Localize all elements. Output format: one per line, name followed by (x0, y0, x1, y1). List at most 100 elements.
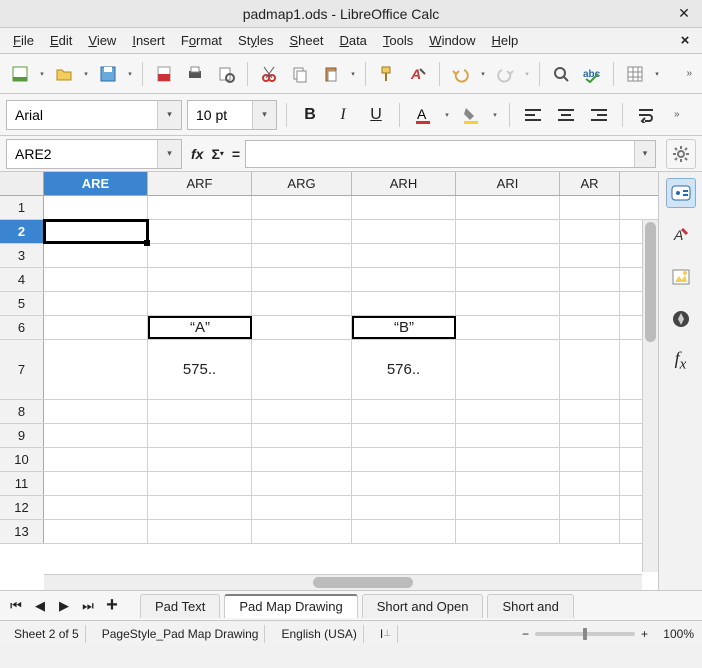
paste-dropdown[interactable]: ▾ (348, 60, 358, 88)
cell[interactable] (148, 520, 252, 543)
font-size-input[interactable] (188, 101, 252, 129)
cell[interactable] (352, 424, 456, 447)
sum-icon[interactable]: Σ▾ (208, 146, 226, 162)
undo-icon[interactable] (447, 60, 475, 88)
row-header-10[interactable]: 10 (0, 448, 44, 471)
cell[interactable] (148, 424, 252, 447)
col-header-ari[interactable]: ARI (456, 172, 560, 195)
font-name-input[interactable] (7, 101, 157, 129)
menu-view[interactable]: View (81, 30, 123, 51)
undo-dropdown[interactable]: ▾ (478, 60, 488, 88)
horizontal-scrollbar[interactable] (44, 574, 642, 590)
cell[interactable] (148, 472, 252, 495)
cell[interactable] (560, 424, 620, 447)
zoom-slider[interactable] (535, 632, 635, 636)
redo-icon[interactable] (491, 60, 519, 88)
cell[interactable] (44, 268, 148, 291)
window-close-button[interactable]: ✕ (674, 4, 694, 24)
cell[interactable] (148, 268, 252, 291)
cell[interactable] (352, 496, 456, 519)
highlight-color-icon[interactable] (457, 101, 485, 129)
cell[interactable] (456, 424, 560, 447)
cell[interactable] (252, 400, 352, 423)
tab-prev-icon[interactable]: ◀ (30, 596, 50, 616)
print-preview-icon[interactable] (212, 60, 240, 88)
row-header-11[interactable]: 11 (0, 472, 44, 495)
col-header-arg[interactable]: ARG (252, 172, 352, 195)
cell[interactable] (456, 316, 560, 339)
open-dropdown[interactable]: ▾ (81, 60, 91, 88)
row-col-icon[interactable] (621, 60, 649, 88)
cell[interactable] (560, 244, 620, 267)
italic-icon[interactable]: I (329, 101, 357, 129)
sidebar-functions-icon[interactable]: fx (666, 346, 696, 376)
hscroll-thumb[interactable] (313, 577, 413, 588)
paste-icon[interactable] (317, 60, 345, 88)
spreadsheet-grid[interactable]: ARE ARF ARG ARH ARI AR 1 2 3 4 5 6“A”“B”… (0, 172, 658, 590)
copy-icon[interactable] (286, 60, 314, 88)
tab-next-icon[interactable]: ▶ (54, 596, 74, 616)
new-icon[interactable] (6, 60, 34, 88)
new-dropdown[interactable]: ▾ (37, 60, 47, 88)
align-left-icon[interactable] (519, 101, 547, 129)
font-name-dropdown[interactable]: ▾ (157, 101, 181, 129)
status-page-style[interactable]: PageStyle_Pad Map Drawing (96, 625, 266, 643)
font-color-icon[interactable]: A (409, 101, 437, 129)
row-header-3[interactable]: 3 (0, 244, 44, 267)
status-language[interactable]: English (USA) (275, 625, 363, 643)
cell[interactable] (456, 292, 560, 315)
cell[interactable] (44, 316, 148, 339)
menu-styles[interactable]: Styles (231, 30, 280, 51)
formula-equals-icon[interactable]: = (229, 146, 243, 162)
cell[interactable] (252, 196, 352, 219)
cell[interactable] (456, 196, 560, 219)
font-size-dropdown[interactable]: ▾ (252, 101, 276, 129)
cell-arf6[interactable]: “A” (148, 316, 252, 339)
cell[interactable] (44, 196, 148, 219)
formula-input[interactable] (246, 146, 634, 161)
cell[interactable] (44, 448, 148, 471)
cell[interactable] (252, 292, 352, 315)
cell[interactable] (148, 496, 252, 519)
cell[interactable] (252, 340, 352, 399)
cell-arh6[interactable]: “B” (352, 316, 456, 339)
cell[interactable] (352, 448, 456, 471)
cell[interactable] (44, 400, 148, 423)
cell[interactable] (148, 244, 252, 267)
row-header-4[interactable]: 4 (0, 268, 44, 291)
sheet-tab-pad-map-drawing[interactable]: Pad Map Drawing (224, 594, 357, 618)
sheet-tab-short-and[interactable]: Short and (487, 594, 573, 618)
cell[interactable] (252, 448, 352, 471)
cell[interactable] (252, 520, 352, 543)
name-box-input[interactable] (7, 140, 157, 168)
cell[interactable] (252, 496, 352, 519)
cell[interactable] (352, 472, 456, 495)
sidebar-settings-icon[interactable] (666, 139, 696, 169)
select-all-corner[interactable] (0, 172, 44, 195)
cell[interactable] (560, 316, 620, 339)
cell[interactable] (560, 472, 620, 495)
font-size-combo[interactable]: ▾ (187, 100, 277, 130)
cell[interactable] (252, 244, 352, 267)
sheet-tab-pad-text[interactable]: Pad Text (140, 594, 220, 618)
sidebar-styles-icon[interactable]: A (666, 220, 696, 250)
row-header-13[interactable]: 13 (0, 520, 44, 543)
close-document-button[interactable]: × (674, 32, 696, 49)
sheet-tab-short-and-open[interactable]: Short and Open (362, 594, 484, 618)
col-header-arj[interactable]: AR (560, 172, 620, 195)
vertical-scrollbar[interactable] (642, 220, 658, 572)
menu-edit[interactable]: Edit (43, 30, 79, 51)
cell[interactable] (44, 472, 148, 495)
cell[interactable] (456, 520, 560, 543)
col-header-arh[interactable]: ARH (352, 172, 456, 195)
spellcheck-icon[interactable]: abc (578, 60, 606, 88)
redo-dropdown[interactable]: ▾ (522, 60, 532, 88)
cell[interactable] (352, 220, 456, 243)
add-sheet-icon[interactable]: + (102, 596, 122, 616)
zoom-level[interactable]: 100% (654, 627, 694, 641)
menu-data[interactable]: Data (332, 30, 373, 51)
status-insert-mode[interactable]: I⊥ (374, 625, 398, 643)
cell[interactable] (456, 340, 560, 399)
underline-icon[interactable]: U (362, 101, 390, 129)
cell[interactable] (456, 244, 560, 267)
